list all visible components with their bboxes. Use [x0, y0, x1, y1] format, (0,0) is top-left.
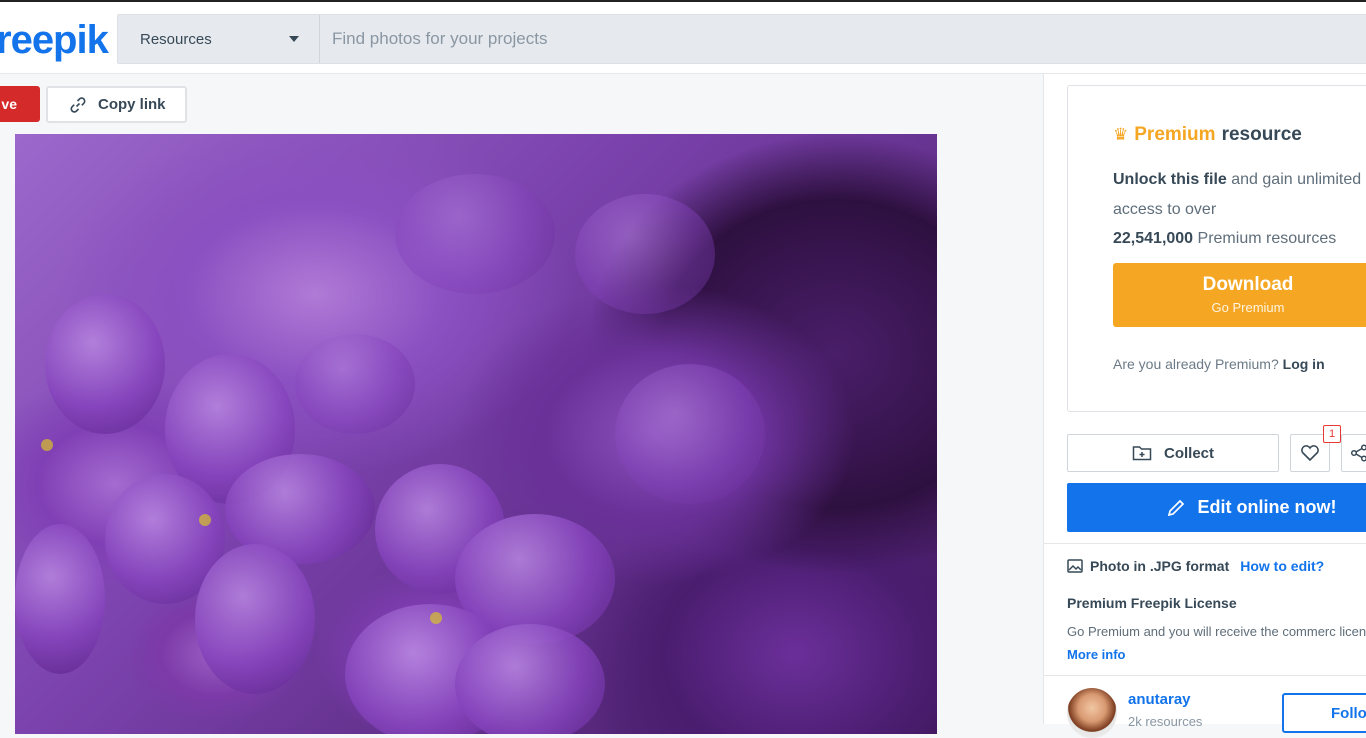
- sidebar-divider: [1043, 74, 1044, 724]
- pencil-icon: [1167, 499, 1184, 516]
- file-format-row: Photo in .JPG format How to edit?: [1067, 558, 1324, 574]
- top-bar: reepik Resources: [0, 0, 1366, 74]
- flower-center: [430, 612, 442, 624]
- premium-description: Unlock this file and gain unlimited acce…: [1113, 165, 1366, 254]
- how-to-edit-link[interactable]: How to edit?: [1240, 558, 1324, 574]
- search-bar: Resources: [117, 14, 1366, 64]
- collect-label: Collect: [1163, 444, 1214, 462]
- copy-link-button[interactable]: Copy link: [46, 86, 187, 123]
- flower-petal: [45, 294, 165, 434]
- license-text: Go Premium and you will receive the comm…: [1067, 624, 1366, 639]
- heart-icon: [1301, 445, 1319, 462]
- section-divider: [1044, 675, 1366, 676]
- copy-link-label: Copy link: [98, 96, 166, 113]
- crown-icon: ♛: [1113, 125, 1129, 144]
- flower-petal: [455, 624, 605, 734]
- license-description: Go Premium and you will receive the comm…: [1067, 620, 1366, 666]
- premium-title-highlight: Premium: [1134, 124, 1216, 145]
- folder-plus-icon: [1132, 446, 1152, 461]
- flower-petal: [575, 194, 715, 314]
- search-type-dropdown[interactable]: Resources: [118, 15, 320, 63]
- file-format-label: Photo in .JPG format: [1090, 558, 1230, 574]
- license-title: Premium Freepik License: [1067, 595, 1237, 611]
- resource-count-label: Premium resources: [1197, 230, 1337, 247]
- preview-image[interactable]: [15, 134, 937, 734]
- premium-card: ♛ Premium resource Unlock this file and …: [1067, 85, 1366, 412]
- flower-petal: [295, 334, 415, 434]
- login-prompt: Are you already Premium? Log in: [1113, 356, 1325, 372]
- search-input[interactable]: [332, 15, 1232, 63]
- flower-center: [199, 514, 211, 526]
- like-count-badge: 1: [1323, 425, 1341, 443]
- premium-title-rest: resource: [1221, 124, 1302, 145]
- save-button[interactable]: ve: [0, 86, 40, 122]
- link-icon: [70, 96, 86, 113]
- chevron-down-icon: [289, 36, 299, 42]
- flower-petal: [395, 174, 555, 294]
- author-avatar[interactable]: [1067, 688, 1117, 738]
- share-icon: [1350, 444, 1366, 462]
- section-divider: [1044, 543, 1366, 544]
- premium-title: ♛ Premium resource: [1113, 124, 1302, 146]
- share-button[interactable]: [1341, 434, 1366, 472]
- image-icon: [1067, 559, 1083, 573]
- author-name[interactable]: anutaray: [1128, 691, 1191, 708]
- download-button[interactable]: Download Go Premium: [1113, 263, 1366, 327]
- author-resources: 2k resources: [1128, 714, 1203, 729]
- edit-online-label: Edit online now!: [1197, 497, 1337, 517]
- search-type-label: Resources: [140, 30, 212, 48]
- flower-petal: [15, 524, 105, 674]
- flower-petal: [195, 544, 315, 694]
- login-link[interactable]: Log in: [1283, 356, 1325, 372]
- edit-online-button[interactable]: Edit online now!: [1067, 483, 1366, 532]
- resource-count: 22,541,000: [1113, 230, 1194, 247]
- follow-button[interactable]: Follo: [1282, 693, 1366, 733]
- login-prompt-text: Are you already Premium?: [1113, 356, 1279, 372]
- flower-center: [41, 439, 53, 451]
- more-info-link[interactable]: More info: [1067, 647, 1126, 662]
- freepik-logo[interactable]: reepik: [0, 18, 109, 62]
- collect-button[interactable]: Collect: [1067, 434, 1279, 472]
- download-sub-label: Go Premium: [1211, 300, 1285, 315]
- flower-petal: [615, 364, 765, 504]
- download-label: Download: [1202, 274, 1294, 295]
- unlock-text: Unlock this file: [1113, 171, 1227, 188]
